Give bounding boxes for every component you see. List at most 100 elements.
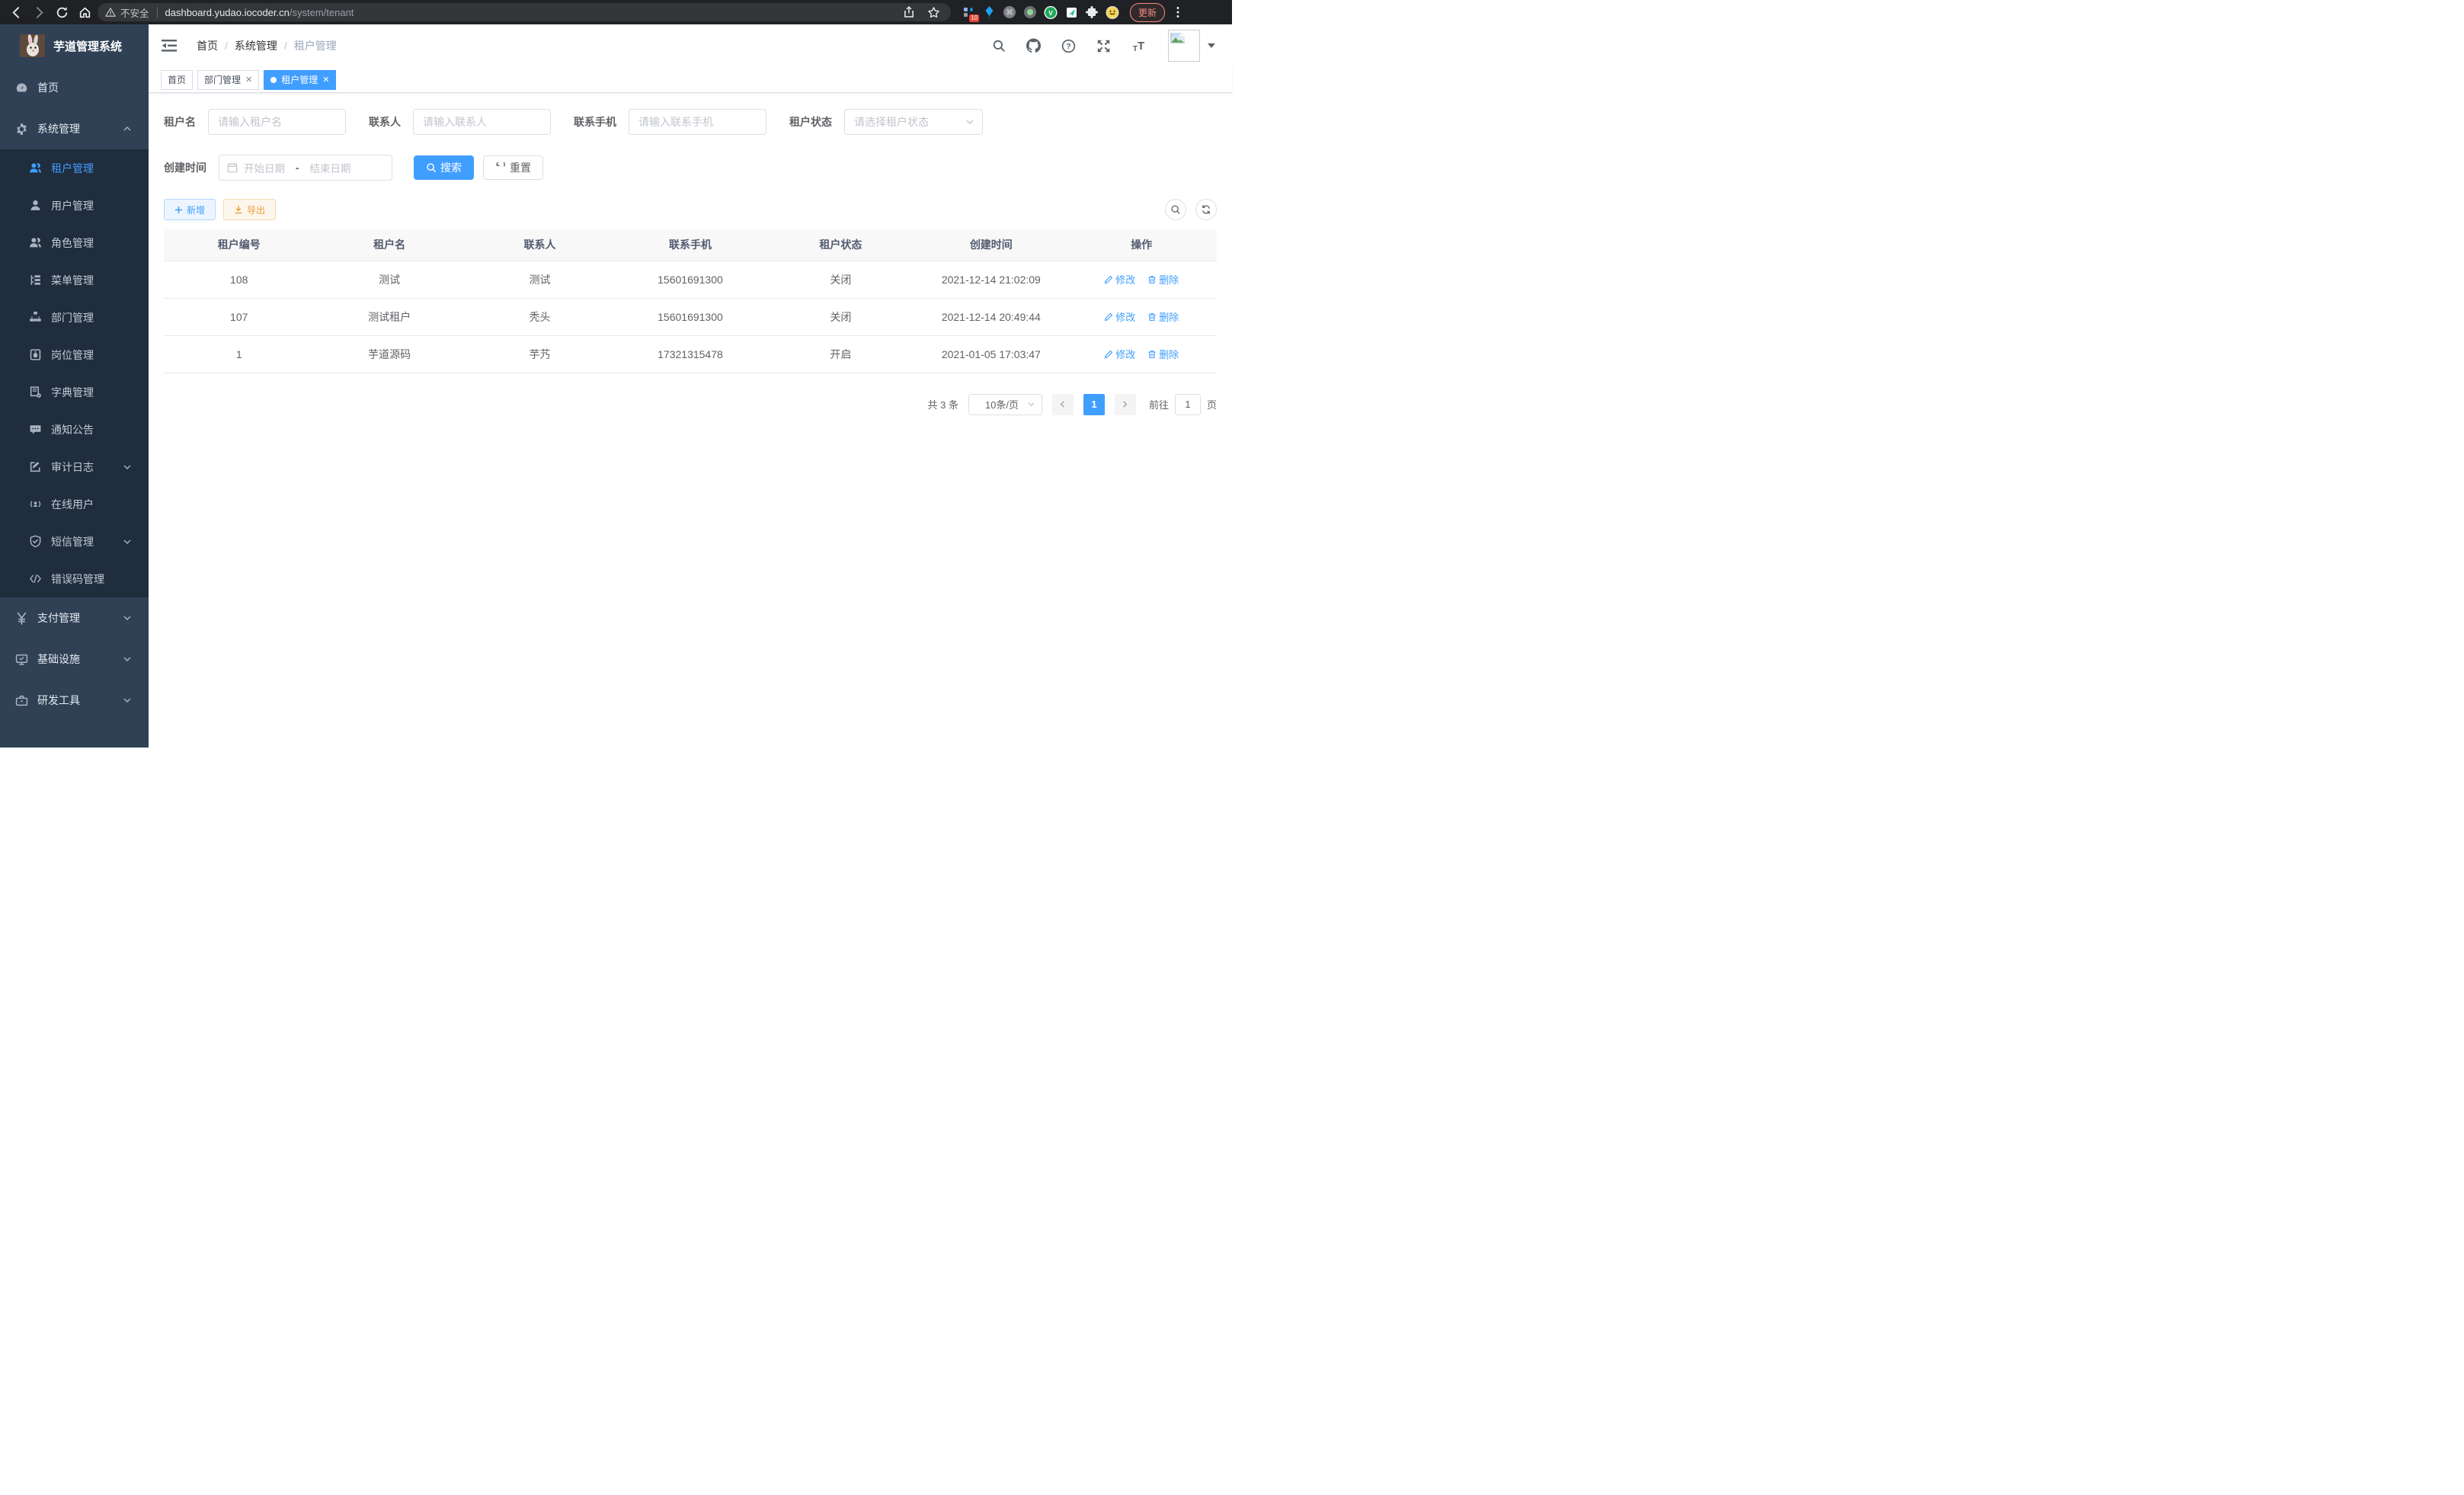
chevron-down-icon	[965, 117, 974, 126]
delete-link[interactable]: 删除	[1147, 272, 1179, 287]
extension-command-icon[interactable]: ⌘	[1003, 5, 1016, 19]
sidebar-item-role[interactable]: 角色管理	[0, 224, 149, 261]
status-select[interactable]: 请选择租户状态	[844, 109, 983, 135]
goto-label: 前往	[1149, 397, 1169, 411]
sidebar-item-label: 支付管理	[37, 610, 80, 626]
url-text[interactable]: dashboard.yudao.iocoder.cn/system/tenant	[165, 7, 354, 18]
browser-back-icon[interactable]	[6, 2, 26, 22]
reset-button[interactable]: 重置	[483, 155, 543, 180]
monitor-icon	[15, 653, 28, 666]
close-icon[interactable]: ✕	[322, 75, 329, 85]
tag-tenant-active[interactable]: 租户管理 ✕	[264, 70, 336, 90]
create-time-range-picker[interactable]: 开始日期 - 结束日期	[219, 155, 392, 181]
create-time-label: 创建时间	[164, 160, 206, 175]
delete-link[interactable]: 删除	[1147, 347, 1179, 361]
tag-dept[interactable]: 部门管理 ✕	[197, 70, 259, 90]
sidebar-item-errcode[interactable]: 错误码管理	[0, 560, 149, 597]
date-separator: -	[291, 162, 304, 174]
close-icon[interactable]: ✕	[245, 75, 252, 85]
mobile-input[interactable]	[629, 109, 766, 135]
page-size-select[interactable]: 10条/页	[968, 394, 1042, 415]
breadcrumb-home[interactable]: 首页	[197, 38, 218, 53]
prev-page-button[interactable]	[1052, 394, 1074, 415]
profile-avatar-icon[interactable]	[1106, 5, 1119, 19]
col-mobile: 联系手机	[615, 229, 765, 261]
breadcrumb-system[interactable]: 系统管理	[235, 38, 277, 53]
sidebar-item-audit-log[interactable]: 审计日志	[0, 448, 149, 485]
tag-home[interactable]: 首页	[161, 70, 193, 90]
sidebar-item-tenant[interactable]: 租户管理	[0, 149, 149, 187]
bookmark-star-icon[interactable]	[923, 2, 943, 22]
browser-menu-kebab-icon[interactable]	[1168, 2, 1188, 22]
help-icon[interactable]: ?	[1061, 39, 1076, 53]
pencil-icon	[1104, 350, 1113, 359]
start-date-placeholder[interactable]: 开始日期	[244, 160, 285, 175]
avatar-caret-down-icon[interactable]	[1208, 43, 1215, 48]
browser-toolbar: 不安全 dashboard.yudao.iocoder.cn/system/te…	[0, 0, 1232, 24]
sidebar-item-user[interactable]: 用户管理	[0, 187, 149, 224]
sidebar-item-online-users[interactable]: 在线用户	[0, 485, 149, 523]
sidebar-item-dict[interactable]: 字典管理	[0, 373, 149, 411]
cell-created: 2021-12-14 21:02:09	[916, 261, 1066, 298]
sidebar-item-devtools[interactable]: 研发工具	[0, 680, 149, 721]
extension-grammar-icon[interactable]	[1064, 5, 1078, 19]
github-icon[interactable]	[1026, 39, 1041, 53]
sidebar-item-sms[interactable]: 短信管理	[0, 523, 149, 560]
sidebar-item-pay[interactable]: 支付管理	[0, 597, 149, 639]
export-button[interactable]: 导出	[223, 199, 276, 220]
avatar-broken-image[interactable]	[1168, 30, 1200, 62]
sidebar-item-infra[interactable]: 基础设施	[0, 639, 149, 680]
extension-dot-icon[interactable]	[1023, 5, 1037, 19]
extension-v-icon[interactable]: V	[1044, 5, 1058, 19]
delete-link[interactable]: 删除	[1147, 309, 1179, 324]
address-bar[interactable]: 不安全 dashboard.yudao.iocoder.cn/system/te…	[98, 3, 951, 21]
sidebar-item-notice[interactable]: 通知公告	[0, 411, 149, 448]
contact-input[interactable]	[413, 109, 551, 135]
shield-check-icon	[29, 535, 42, 548]
user-avatar-wrap[interactable]	[1168, 30, 1215, 62]
sidebar-item-menu[interactable]: 菜单管理	[0, 261, 149, 299]
cell-tenant-name: 测试	[314, 261, 464, 298]
sidebar-logo-row[interactable]: 芋道管理系统	[0, 24, 149, 67]
add-button[interactable]: 新增	[164, 199, 216, 220]
refresh-table-button[interactable]	[1195, 199, 1217, 220]
refresh-icon	[1201, 204, 1211, 215]
next-page-button[interactable]	[1115, 394, 1136, 415]
tenant-name-input[interactable]	[208, 109, 346, 135]
sidebar-item-dept[interactable]: 部门管理	[0, 299, 149, 336]
browser-update-button[interactable]: 更新	[1130, 3, 1165, 22]
sidebar-item-label: 短信管理	[51, 534, 94, 549]
edit-link[interactable]: 修改	[1104, 272, 1135, 287]
sidebar-item-post[interactable]: 岗位管理	[0, 336, 149, 373]
sidebar-collapse-icon[interactable]	[162, 40, 177, 52]
search-icon[interactable]	[991, 39, 1006, 53]
current-page[interactable]: 1	[1083, 394, 1105, 415]
not-secure-label[interactable]: 不安全	[120, 5, 149, 20]
sidebar-item-label: 通知公告	[51, 422, 94, 437]
cell-contact: 秃头	[465, 298, 615, 335]
sidebar-item-label: 部门管理	[51, 310, 94, 325]
pencil-icon	[1104, 312, 1113, 322]
goto-page-input[interactable]	[1175, 394, 1201, 415]
page-content: 租户名 联系人 联系手机 租户状态 请选择租户状态	[149, 93, 1232, 748]
extension-tabs-icon[interactable]: 10	[962, 5, 975, 19]
extensions-puzzle-icon[interactable]	[1085, 5, 1099, 19]
search-button[interactable]: 搜索	[414, 155, 474, 180]
fullscreen-icon[interactable]	[1096, 39, 1111, 53]
cell-contact: 测试	[465, 261, 615, 298]
not-secure-warning-icon[interactable]	[105, 7, 116, 18]
browser-home-icon[interactable]	[75, 2, 94, 22]
sidebar-item-system[interactable]: 系统管理	[0, 108, 149, 149]
browser-reload-icon[interactable]	[52, 2, 72, 22]
share-icon[interactable]	[899, 2, 919, 22]
end-date-placeholder[interactable]: 结束日期	[310, 160, 351, 175]
toggle-search-button[interactable]	[1165, 199, 1186, 220]
trash-icon	[1147, 350, 1157, 359]
edit-link[interactable]: 修改	[1104, 347, 1135, 361]
search-icon	[1170, 204, 1181, 215]
extension-kite-icon[interactable]	[982, 5, 996, 19]
browser-forward-icon[interactable]	[29, 2, 49, 22]
edit-link[interactable]: 修改	[1104, 309, 1135, 324]
sidebar-item-home[interactable]: 首页	[0, 67, 149, 108]
font-size-icon[interactable]: TT	[1131, 39, 1146, 53]
